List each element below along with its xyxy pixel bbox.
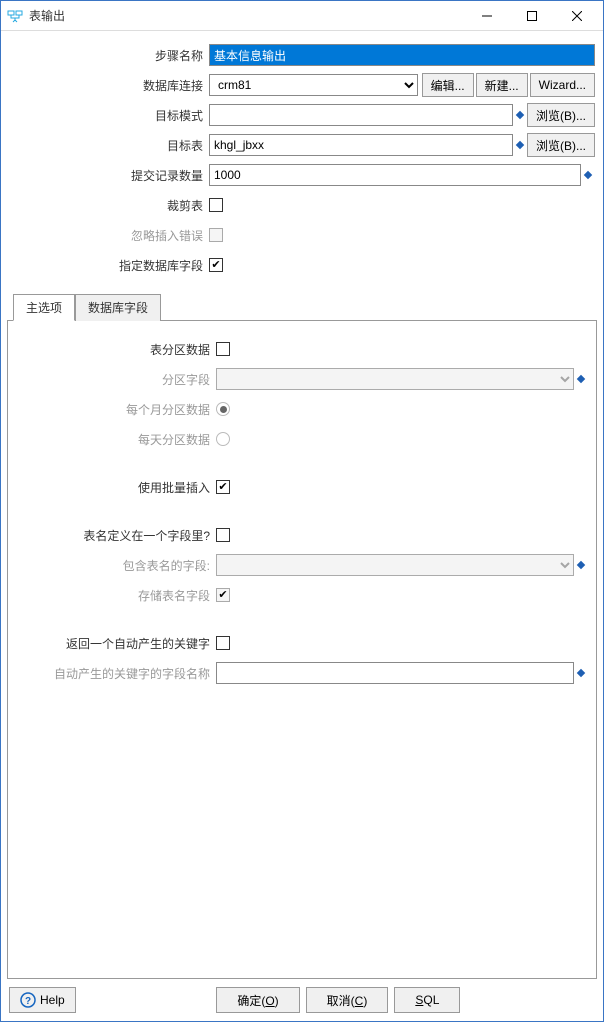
row-partition-field: 分区字段 [16,367,588,391]
row-daily-partition: 每天分区数据 [16,427,588,451]
return-auto-key-label: 返回一个自动产生的关键字 [16,635,216,652]
row-db-connection: 数据库连接 crm81 编辑... 新建... Wizard... [9,73,595,97]
help-icon: ? [20,992,36,1008]
row-ignore-insert-err: 忽略插入错误 [9,223,595,247]
app-icon [7,8,23,24]
monthly-partition-label: 每个月分区数据 [16,401,216,418]
partition-field-label: 分区字段 [16,371,216,388]
contain-table-field-select [216,554,574,576]
db-connection-select[interactable]: crm81 [209,74,418,96]
target-schema-input[interactable] [209,104,513,126]
partition-checkbox[interactable] [216,342,230,356]
window-title: 表输出 [29,7,464,24]
wizard-button[interactable]: Wizard... [530,73,595,97]
step-name-label: 步骤名称 [9,47,209,64]
row-auto-key-field: 自动产生的关键字的字段名称 [16,661,588,685]
store-table-field-label: 存储表名字段 [16,587,216,604]
row-target-schema: 目标模式 浏览(B)... [9,103,595,127]
target-schema-label: 目标模式 [9,107,209,124]
row-return-auto-key: 返回一个自动产生的关键字 [16,631,588,655]
maximize-button[interactable] [509,2,554,30]
step-name-input[interactable] [209,44,595,66]
partition-label: 表分区数据 [16,341,216,358]
store-table-field-checkbox [216,588,230,602]
row-truncate: 裁剪表 [9,193,595,217]
variable-icon[interactable] [515,110,525,120]
row-contain-table-field: 包含表名的字段: [16,553,588,577]
edit-button[interactable]: 编辑... [422,73,474,97]
tab-main[interactable]: 主选项 [13,294,75,321]
monthly-partition-radio [216,402,230,416]
window-titlebar: 表输出 [1,1,603,31]
variable-icon [576,374,586,384]
content-area: 步骤名称 数据库连接 crm81 编辑... 新建... Wizard... 目… [1,31,603,1021]
commit-size-input[interactable] [209,164,581,186]
svg-text:?: ? [25,996,31,1007]
new-button[interactable]: 新建... [476,73,528,97]
tab-content-main: 表分区数据 分区字段 每个月分区数据 每天分区数据 使用批量插入 表名定义在一个… [7,321,597,979]
help-label: Help [40,993,65,1007]
commit-size-label: 提交记录数量 [9,167,209,184]
table-in-field-label: 表名定义在一个字段里? [16,527,216,544]
dialog-footer: ? Help 确定(O) 取消(C) SQL [1,979,603,1021]
contain-table-field-label: 包含表名的字段: [16,557,216,574]
specify-db-fields-label: 指定数据库字段 [9,257,209,274]
variable-icon[interactable] [515,140,525,150]
cancel-button[interactable]: 取消(C) [306,987,389,1013]
row-store-table-field: 存储表名字段 [16,583,588,607]
ignore-insert-err-label: 忽略插入错误 [9,227,209,244]
row-partition: 表分区数据 [16,337,588,361]
daily-partition-label: 每天分区数据 [16,431,216,448]
variable-icon [576,668,586,678]
tab-db-fields[interactable]: 数据库字段 [75,294,161,321]
target-table-label: 目标表 [9,137,209,154]
row-commit-size: 提交记录数量 [9,163,595,187]
return-auto-key-checkbox[interactable] [216,636,230,650]
row-monthly-partition: 每个月分区数据 [16,397,588,421]
daily-partition-radio [216,432,230,446]
table-in-field-checkbox[interactable] [216,528,230,542]
row-target-table: 目标表 浏览(B)... [9,133,595,157]
auto-key-field-label: 自动产生的关键字的字段名称 [16,665,216,682]
target-table-input[interactable] [209,134,513,156]
variable-icon [576,560,586,570]
variable-icon[interactable] [583,170,593,180]
tab-bar: 主选项 数据库字段 [7,293,597,321]
row-specify-db-fields: 指定数据库字段 [9,253,595,277]
browse-schema-button[interactable]: 浏览(B)... [527,103,595,127]
truncate-checkbox[interactable] [209,198,223,212]
top-form: 步骤名称 数据库连接 crm81 编辑... 新建... Wizard... 目… [1,31,603,293]
row-step-name: 步骤名称 [9,43,595,67]
ok-button[interactable]: 确定(O) [216,987,299,1013]
minimize-button[interactable] [464,2,509,30]
use-batch-label: 使用批量插入 [16,479,216,496]
truncate-label: 裁剪表 [9,197,209,214]
use-batch-checkbox[interactable] [216,480,230,494]
sql-button[interactable]: SQL [394,987,460,1013]
specify-db-fields-checkbox[interactable] [209,258,223,272]
row-use-batch: 使用批量插入 [16,475,588,499]
close-button[interactable] [554,2,599,30]
partition-field-select [216,368,574,390]
ignore-insert-err-checkbox [209,228,223,242]
help-button[interactable]: ? Help [9,987,76,1013]
db-connection-label: 数据库连接 [9,77,209,94]
auto-key-field-input [216,662,574,684]
row-table-in-field: 表名定义在一个字段里? [16,523,588,547]
browse-table-button[interactable]: 浏览(B)... [527,133,595,157]
